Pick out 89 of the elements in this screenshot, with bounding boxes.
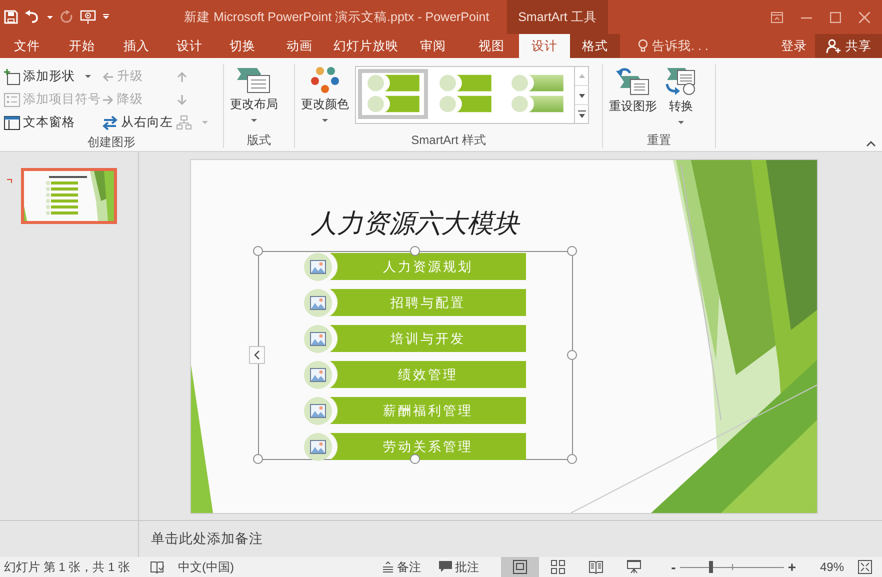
ribbon-button[interactable]: 更改布局 (228, 64, 280, 132)
group-label: 版式 (246, 132, 272, 148)
ribbon-tab[interactable]: 文件 (0, 34, 54, 58)
group-label: 创建图形 (86, 134, 136, 150)
slide-counter: 幻灯片 第 1 张，共 1 张 (4, 558, 132, 576)
zoom-in-button[interactable]: + (784, 559, 800, 575)
comment-icon (439, 561, 452, 573)
resize-handle[interactable] (567, 350, 577, 360)
ribbon-tab[interactable]: 视图 (464, 34, 519, 58)
slide-thumbnail[interactable] (21, 168, 117, 224)
bullet-list-icon (4, 92, 20, 108)
ribbon-button[interactable]: 更改颜色 (299, 64, 351, 132)
group-label: SmartArt 样式 (410, 132, 487, 148)
layout-icon (237, 66, 271, 94)
swap-arrows-icon (102, 114, 118, 130)
ribbon-tab[interactable]: 插入 (110, 34, 163, 58)
maximize-icon[interactable] (830, 12, 841, 22)
undo-icon[interactable] (24, 10, 40, 24)
slider-thumb[interactable] (709, 561, 713, 573)
ribbon-button[interactable]: 从右向左 (102, 111, 176, 134)
image-placeholder-icon (304, 324, 332, 352)
resize-handle[interactable] (410, 246, 420, 256)
ribbon-button[interactable]: 转换 (663, 64, 699, 132)
arrow-right-icon (102, 94, 114, 106)
notes-button[interactable]: 备注 (382, 558, 422, 576)
image-placeholder-icon (304, 252, 332, 280)
person-add-icon (826, 39, 842, 53)
image-placeholder-icon (304, 396, 332, 424)
resize-handle[interactable] (253, 246, 263, 256)
slideshow-icon[interactable] (80, 9, 96, 25)
save-icon[interactable] (4, 10, 18, 24)
comments-button[interactable]: 批注 (439, 558, 480, 576)
book-icon (589, 560, 604, 574)
redo-icon (60, 10, 74, 24)
window-title: 新建 Microsoft PowerPoint 演示文稿.pptx - PowerPoint (183, 8, 490, 26)
customize-caret-icon[interactable] (102, 14, 110, 20)
close-icon[interactable] (859, 12, 870, 22)
ribbon-tab[interactable]: 幻灯片放映 (330, 34, 402, 58)
chevron-left-icon (254, 350, 260, 360)
convert-icon (665, 66, 697, 96)
normal-view-icon (513, 560, 528, 574)
tell-me-field[interactable]: 告诉我. . . (652, 38, 708, 54)
ribbon-tab[interactable]: 开始 (54, 34, 110, 58)
fit-to-window-icon[interactable] (858, 560, 872, 574)
notes-icon (382, 561, 394, 573)
share-button[interactable]: 共享 (815, 34, 882, 58)
ribbon-tab[interactable]: 审阅 (402, 34, 464, 58)
view-button[interactable] (501, 557, 540, 577)
ribbon-tab[interactable]: 格式 (570, 34, 620, 58)
resize-handle[interactable] (567, 454, 577, 464)
image-placeholder-icon (304, 360, 332, 388)
ribbon-tab[interactable]: 动画 (269, 34, 330, 58)
ribbon-button[interactable]: 添加形状 (4, 65, 102, 88)
sign-in-link[interactable]: 登录 (781, 34, 807, 58)
slide-sorter-icon (551, 560, 566, 574)
arrow-left-icon (102, 70, 114, 82)
color-dots-icon (310, 66, 340, 94)
arrow-up-icon (176, 70, 188, 82)
text-pane-icon (4, 114, 20, 130)
collapse-ribbon-icon[interactable] (866, 141, 876, 147)
ribbon-tab[interactable]: 设计 (163, 34, 216, 58)
image-placeholder-icon (304, 288, 332, 316)
ribbon-display-icon[interactable] (771, 12, 783, 22)
language-indicator[interactable]: 中文(中国) (178, 558, 234, 576)
notes-placeholder[interactable]: 单击此处添加备注 (139, 521, 263, 557)
text-pane-toggle[interactable] (249, 346, 265, 364)
add-shape-icon (4, 68, 20, 84)
ribbon-tab[interactable]: 设计 (519, 34, 570, 58)
smartart-style-thumbnail[interactable] (358, 69, 428, 119)
reset-graphic-icon (616, 66, 650, 96)
hierarchy-icon (176, 114, 192, 130)
resize-handle[interactable] (253, 454, 263, 464)
ribbon-button[interactable]: 重设图形 (607, 64, 659, 132)
marker-icon (7, 179, 12, 183)
ribbon-button[interactable]: 文本窗格 (4, 111, 102, 134)
arrow-down-icon (176, 94, 188, 106)
zoom-level[interactable]: 49% (820, 560, 850, 574)
group-label: 重置 (646, 132, 672, 148)
resize-handle[interactable] (567, 246, 577, 256)
image-placeholder-icon (304, 432, 332, 460)
lightbulb-icon (638, 39, 648, 53)
resize-handle[interactable] (410, 454, 420, 464)
slide-title: 人力资源六大模块 (310, 208, 522, 241)
caret-icon[interactable] (46, 14, 54, 20)
proofing-icon[interactable] (150, 560, 164, 574)
zoom-out-button[interactable]: - (667, 559, 680, 575)
context-tab-header: SmartArt 工具 (507, 0, 608, 34)
presentation-icon (627, 560, 642, 574)
ribbon-tab[interactable]: 切换 (216, 34, 269, 58)
